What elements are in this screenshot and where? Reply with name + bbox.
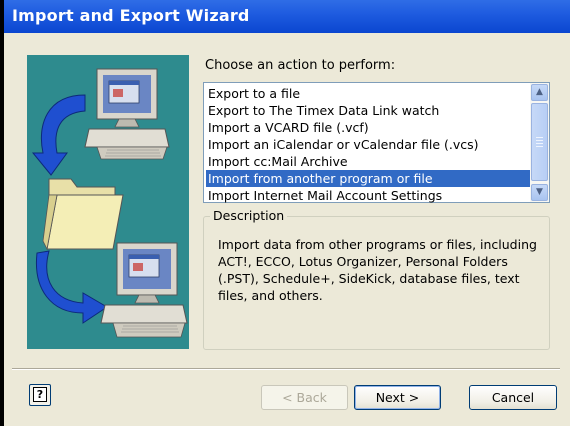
description-line: ACT!, ECCO, Lotus Organizer, Personal Fo…	[218, 254, 508, 269]
back-button[interactable]: < Back	[261, 385, 348, 410]
description-text: Import data from other programs or files…	[218, 236, 543, 304]
action-listbox[interactable]: Export to a file Export to The Timex Dat…	[203, 82, 550, 203]
list-item[interactable]: Export to a file	[206, 85, 532, 102]
title-bar[interactable]: Import and Export Wizard	[4, 0, 570, 33]
cancel-button[interactable]: Cancel	[469, 385, 557, 410]
scroll-down-button[interactable]: ▼	[531, 184, 548, 201]
list-scrollbar[interactable]: ▲ ▼	[530, 83, 549, 202]
help-icon: ?	[33, 387, 47, 402]
top-computer-icon	[84, 68, 170, 160]
list-item[interactable]: Import cc:Mail Archive	[206, 153, 532, 170]
scroll-up-button[interactable]: ▲	[531, 84, 548, 101]
list-item-selected[interactable]: Import from another program or file	[206, 170, 532, 187]
chevron-up-icon: ▲	[536, 87, 543, 97]
computers-folder-illustration	[31, 68, 188, 338]
list-item[interactable]: Import Internet Mail Account Settings	[206, 187, 532, 204]
list-item[interactable]: Import an iCalendar or vCalendar file (.…	[206, 136, 532, 153]
action-prompt: Choose an action to perform:	[205, 58, 396, 73]
folder-icon	[42, 178, 124, 251]
chevron-down-icon: ▼	[536, 187, 543, 197]
bottom-computer-icon	[100, 242, 188, 338]
window-title: Import and Export Wizard	[12, 6, 250, 25]
list-item[interactable]: Export to The Timex Data Link watch	[206, 102, 532, 119]
description-line: (.PST), Schedule+, SideKick, database fi…	[218, 271, 520, 286]
arrow-right-icon	[35, 250, 108, 324]
wizard-illustration	[27, 55, 189, 349]
scroll-thumb[interactable]	[531, 103, 548, 181]
arrow-down-icon	[31, 94, 86, 176]
footer-separator	[12, 368, 560, 370]
description-legend: Description	[210, 208, 288, 223]
wizard-window: Import and Export Wizard Choose an actio…	[0, 0, 570, 426]
list-item[interactable]: Import a VCARD file (.vcf)	[206, 119, 532, 136]
description-line: Import data from other programs or files…	[218, 237, 537, 252]
help-button[interactable]: ?	[29, 384, 51, 406]
description-line: files, and others.	[218, 288, 323, 303]
next-button[interactable]: Next >	[354, 385, 441, 410]
